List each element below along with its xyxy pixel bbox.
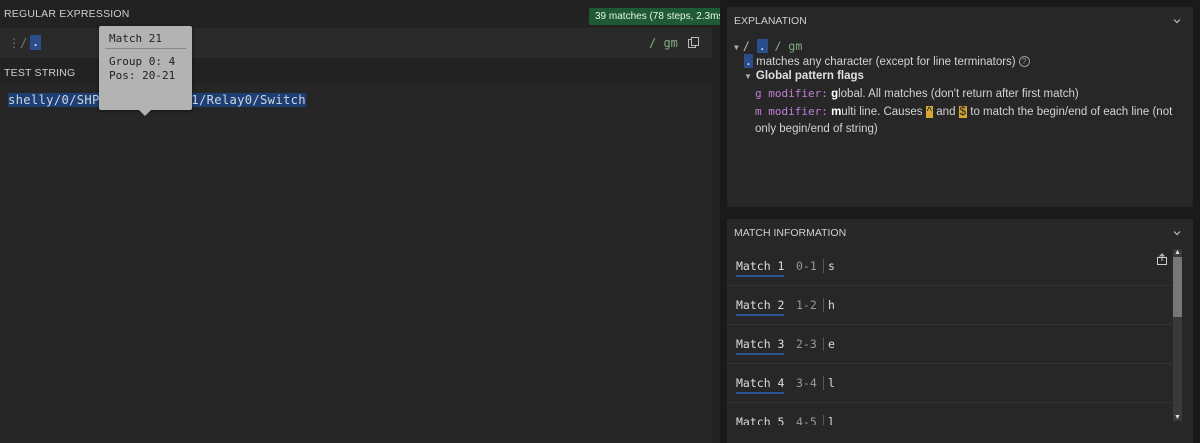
match-value: s xyxy=(828,259,835,273)
explanation-flags: / gm xyxy=(767,39,803,53)
g-modifier-key: g modifier: xyxy=(755,87,828,100)
match-information-panel: MATCH INFORMATION Match 1 0-1 s Match 2 … xyxy=(727,219,1193,443)
help-icon[interactable]: ? xyxy=(1018,56,1030,67)
match-list-scrollbar[interactable]: ▲ ▼ xyxy=(1173,249,1182,421)
match-value: l xyxy=(828,376,835,390)
explanation-dot-text: matches any character (except for line t… xyxy=(752,56,1016,68)
tooltip-title: Match 21 xyxy=(109,32,162,45)
match-range: 0-1 xyxy=(796,259,824,273)
m-modifier-and: and xyxy=(933,106,959,118)
explanation-dot-token: . xyxy=(744,54,753,68)
m-modifier-key: m modifier: xyxy=(755,105,828,118)
chevron-down-icon[interactable] xyxy=(1173,17,1181,25)
match-row[interactable]: Match 2 1-2 h xyxy=(727,286,1172,325)
match-row[interactable]: Match 1 0-1 s xyxy=(727,247,1172,286)
match-name[interactable]: Match 1 xyxy=(736,259,785,277)
m-modifier-text: ulti line. Causes xyxy=(841,106,926,118)
match-name[interactable]: Match 3 xyxy=(736,337,785,355)
match-value: l xyxy=(828,415,835,425)
g-modifier-text: lobal. All matches (don't return after f… xyxy=(838,88,1079,100)
collapse-triangle-icon[interactable]: ▼ xyxy=(744,72,752,81)
match-information-title: MATCH INFORMATION xyxy=(734,227,847,239)
regex-section-label: REGULAR EXPRESSION xyxy=(4,8,130,20)
g-modifier-description: g modifier: global. All matches (don't r… xyxy=(755,87,1079,100)
dollar-token: $ xyxy=(958,106,968,118)
match-row[interactable]: Match 4 3-4 l xyxy=(727,364,1172,403)
match-name[interactable]: Match 2 xyxy=(736,298,785,316)
match-list[interactable]: Match 1 0-1 s Match 2 1-2 h Match 3 2-3 … xyxy=(727,247,1172,425)
next-panel-edge xyxy=(727,432,1193,443)
match-range: 1-2 xyxy=(796,298,824,312)
regex-delimiter-left[interactable]: ⋮/ xyxy=(8,36,27,50)
tooltip-position: Pos: 20-21 xyxy=(109,69,176,82)
explanation-token: . xyxy=(756,39,768,53)
global-flags-label: Global pattern flags xyxy=(755,70,864,82)
regex-flags[interactable]: / gm xyxy=(649,36,678,50)
match-value: h xyxy=(828,298,835,312)
caret-token: ^ xyxy=(925,106,934,118)
test-string-label: TEST STRING xyxy=(4,67,76,79)
match-count-badge: 39 matches (78 steps, 2.3ms) xyxy=(589,8,733,25)
tooltip-group: Group 0: 4 xyxy=(109,55,176,68)
chevron-down-icon[interactable] xyxy=(1173,229,1181,237)
match-tooltip: Match 21 Group 0: 4 Pos: 20-21 xyxy=(99,26,192,116)
match-value: e xyxy=(828,337,835,351)
global-flags-heading[interactable]: ▼ Global pattern flags xyxy=(744,70,864,82)
tooltip-divider xyxy=(105,48,186,49)
match-row[interactable]: Match 3 2-3 e xyxy=(727,325,1172,364)
explanation-regex-node[interactable]: ▼ / . / gm xyxy=(734,39,802,53)
regex-pattern[interactable]: . xyxy=(30,35,42,50)
scroll-down-arrow-icon[interactable]: ▼ xyxy=(1174,414,1181,421)
match-name[interactable]: Match 5 xyxy=(736,415,784,425)
match-range: 3-4 xyxy=(796,376,824,390)
m-modifier-description: m modifier: multi line. Causes ^ and $ t… xyxy=(755,103,1185,138)
match-name[interactable]: Match 4 xyxy=(736,376,785,394)
match-range: 2-3 xyxy=(796,337,824,351)
scrollbar-thumb[interactable] xyxy=(1173,257,1182,317)
m-modifier-bold: m xyxy=(831,106,842,118)
scroll-up-arrow-icon[interactable]: ▲ xyxy=(1174,249,1181,256)
match-row[interactable]: Match 5 4-5 l xyxy=(727,403,1172,425)
match-range: 4-5 xyxy=(796,415,824,425)
explanation-panel: EXPLANATION ▼ / . / gm . matches any char… xyxy=(727,7,1193,207)
tooltip-arrow xyxy=(139,110,151,116)
left-panel: REGULAR EXPRESSION 39 matches (78 steps,… xyxy=(0,0,733,443)
copy-icon[interactable] xyxy=(688,37,699,48)
test-string-input[interactable]: shelly/0/SHPLG-S#EA1400#1/Relay0/Switch xyxy=(0,85,712,443)
explanation-dot-description: . matches any character (except for line… xyxy=(744,54,1030,68)
explanation-title: EXPLANATION xyxy=(734,15,807,27)
collapse-triangle-icon[interactable]: ▼ xyxy=(734,43,739,52)
explanation-delim: / xyxy=(742,39,757,53)
